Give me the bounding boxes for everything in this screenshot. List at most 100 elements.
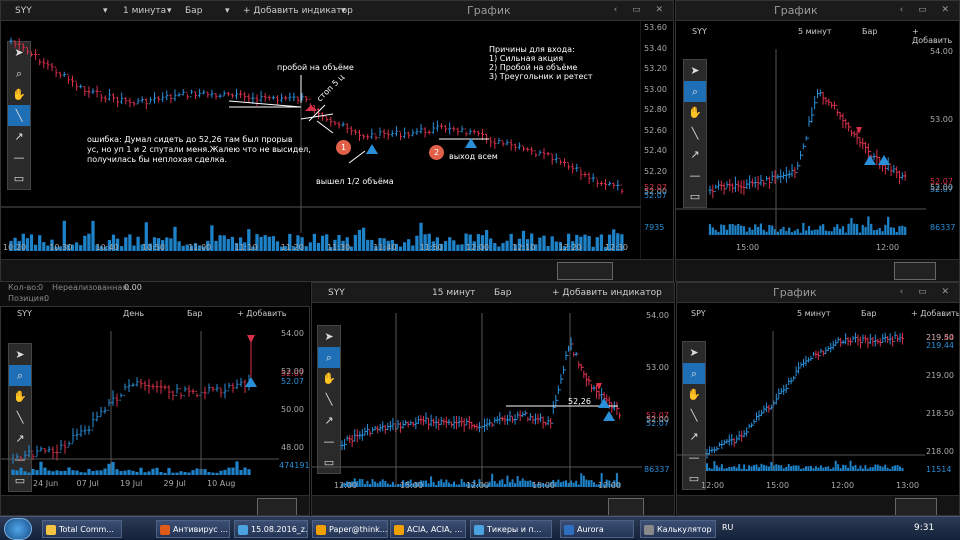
volume-bar bbox=[748, 465, 751, 471]
taskbar-item[interactable]: ACIA, ACIA, ... bbox=[390, 520, 466, 538]
symbol-selector[interactable]: SYY bbox=[17, 309, 32, 318]
interval-selector[interactable]: 1 минута bbox=[123, 6, 166, 16]
volume-bar bbox=[159, 471, 163, 475]
top-right-scroller[interactable] bbox=[676, 259, 959, 281]
taskbar-item[interactable]: Paper@think... bbox=[312, 520, 388, 538]
chart-type-selector[interactable]: Бар bbox=[862, 27, 877, 36]
volume-bar bbox=[738, 464, 741, 471]
language-indicator[interactable]: RU bbox=[722, 523, 733, 532]
volume-bar bbox=[131, 470, 135, 475]
indicator-dropdown-icon[interactable]: ▾ bbox=[341, 6, 346, 16]
taskbar-item[interactable]: Total Comm... bbox=[42, 520, 122, 538]
volume-bar bbox=[19, 467, 23, 475]
volume-bar bbox=[25, 238, 30, 251]
add-indicator-button[interactable]: + Добавить индикатор bbox=[243, 6, 353, 16]
window-controls[interactable]: ‹ ▭ ✕ bbox=[900, 5, 955, 15]
volume-bar bbox=[83, 472, 87, 475]
interval-selector[interactable]: 5 минут bbox=[797, 309, 831, 318]
volume-bar bbox=[720, 464, 723, 471]
volume-bar bbox=[795, 465, 798, 471]
add-indicator-button[interactable]: + Добавить bbox=[237, 309, 287, 318]
bottom-mid-price-chart[interactable] bbox=[312, 303, 642, 493]
add-indicator-button[interactable]: + Добавить индикатор bbox=[552, 288, 662, 298]
volume-bar bbox=[788, 227, 791, 235]
scroller-thumb[interactable] bbox=[557, 262, 613, 280]
symbol-dropdown-icon[interactable]: ▾ bbox=[103, 6, 108, 16]
volume-bar bbox=[792, 465, 795, 471]
volume-bar bbox=[754, 224, 757, 235]
taskbar-item[interactable]: 15.08.2016_z... bbox=[234, 520, 308, 538]
price-axis-label: 53.60 bbox=[644, 23, 667, 32]
volume-bar bbox=[756, 226, 760, 235]
chart-type-selector[interactable]: Бар bbox=[861, 309, 876, 318]
volume-bar bbox=[501, 243, 505, 251]
bottom-right-scroller[interactable] bbox=[677, 495, 959, 515]
bottom-left-price-chart[interactable] bbox=[1, 321, 279, 491]
volume-bar bbox=[887, 216, 890, 235]
time-axis-label: 12:30 bbox=[604, 243, 628, 252]
volume-bar bbox=[742, 226, 746, 235]
volume-bar bbox=[368, 484, 372, 487]
interval-selector[interactable]: 5 минут bbox=[798, 27, 832, 36]
scroller-thumb[interactable] bbox=[257, 498, 297, 515]
volume-bar bbox=[214, 240, 218, 251]
volume-bar bbox=[23, 471, 27, 475]
volume-bar bbox=[55, 470, 59, 475]
chart-type-selector[interactable]: Бар bbox=[185, 6, 202, 16]
top-right-titlebar: График ‹ ▭ ✕ bbox=[676, 1, 959, 21]
chart-type-selector[interactable]: Бар bbox=[494, 288, 511, 298]
volume-bar bbox=[765, 465, 768, 471]
symbol-selector[interactable]: SPY bbox=[691, 309, 706, 318]
bottom-left-scroller[interactable] bbox=[1, 495, 309, 515]
add-indicator-button[interactable]: + Добавить bbox=[911, 309, 959, 318]
bottom-right-price-chart[interactable] bbox=[677, 321, 925, 491]
volume-bar bbox=[595, 237, 599, 251]
main-chart-scroller[interactable] bbox=[1, 259, 673, 281]
symbol-selector[interactable]: SYY bbox=[328, 288, 345, 298]
volume-bar bbox=[892, 227, 895, 235]
volume-bar bbox=[381, 479, 384, 487]
taskbar-item[interactable]: Тикеры и п... bbox=[470, 520, 552, 538]
volume-bar bbox=[572, 482, 575, 487]
volume-bar bbox=[834, 460, 837, 471]
position-value: 0 bbox=[44, 294, 50, 303]
interval-selector[interactable]: 15 минут bbox=[432, 288, 475, 298]
scroller-thumb[interactable] bbox=[894, 262, 936, 280]
taskbar-item[interactable]: Калькулятор bbox=[640, 520, 716, 538]
symbol-selector[interactable]: SYY bbox=[15, 6, 32, 16]
price-axis-label: 219.00 bbox=[926, 371, 954, 380]
top-right-price-chart[interactable] bbox=[676, 39, 926, 239]
exit-marker bbox=[245, 377, 257, 387]
volume-label: 7935 bbox=[644, 223, 665, 232]
taskbar-item[interactable]: Aurora bbox=[560, 520, 634, 538]
scroller-thumb[interactable] bbox=[895, 498, 937, 515]
volume-bar bbox=[445, 479, 448, 487]
volume-bar bbox=[135, 471, 139, 475]
symbol-selector[interactable]: SYY bbox=[692, 27, 707, 36]
volume-bar bbox=[505, 240, 509, 251]
interval-selector[interactable]: День bbox=[123, 309, 144, 318]
volume-bar bbox=[554, 241, 558, 251]
window-controls[interactable]: ‹ ▭ ✕ bbox=[614, 5, 669, 15]
volume-bar bbox=[869, 467, 872, 471]
chart-type-selector[interactable]: Бар bbox=[187, 309, 202, 318]
volume-bar bbox=[203, 469, 207, 475]
bottom-mid-header: SYY 15 минут Бар + Добавить индикатор bbox=[312, 283, 674, 303]
bottom-mid-scroller[interactable] bbox=[312, 495, 674, 515]
clock[interactable]: 9:31 bbox=[914, 523, 934, 533]
app-icon bbox=[160, 525, 170, 535]
time-axis-label: 11:30 bbox=[327, 243, 351, 252]
window-controls[interactable]: ‹ ▭ ✕ bbox=[900, 287, 955, 297]
top-right-header: SYY 5 минут Бар + Добавить bbox=[676, 23, 959, 45]
scroller-thumb[interactable] bbox=[608, 498, 644, 515]
taskbar-item[interactable]: Антивирус ... bbox=[156, 520, 230, 538]
start-button[interactable] bbox=[4, 518, 32, 540]
volume-bar bbox=[562, 481, 565, 487]
interval-dropdown-icon[interactable]: ▾ bbox=[167, 6, 172, 16]
volume-bar bbox=[243, 467, 247, 475]
volume-bar bbox=[247, 469, 251, 475]
chart-type-dropdown-icon[interactable]: ▾ bbox=[225, 6, 230, 16]
price-axis-label: 53.40 bbox=[644, 43, 667, 53]
volume-bar bbox=[592, 482, 596, 487]
volume-bar bbox=[452, 481, 456, 487]
